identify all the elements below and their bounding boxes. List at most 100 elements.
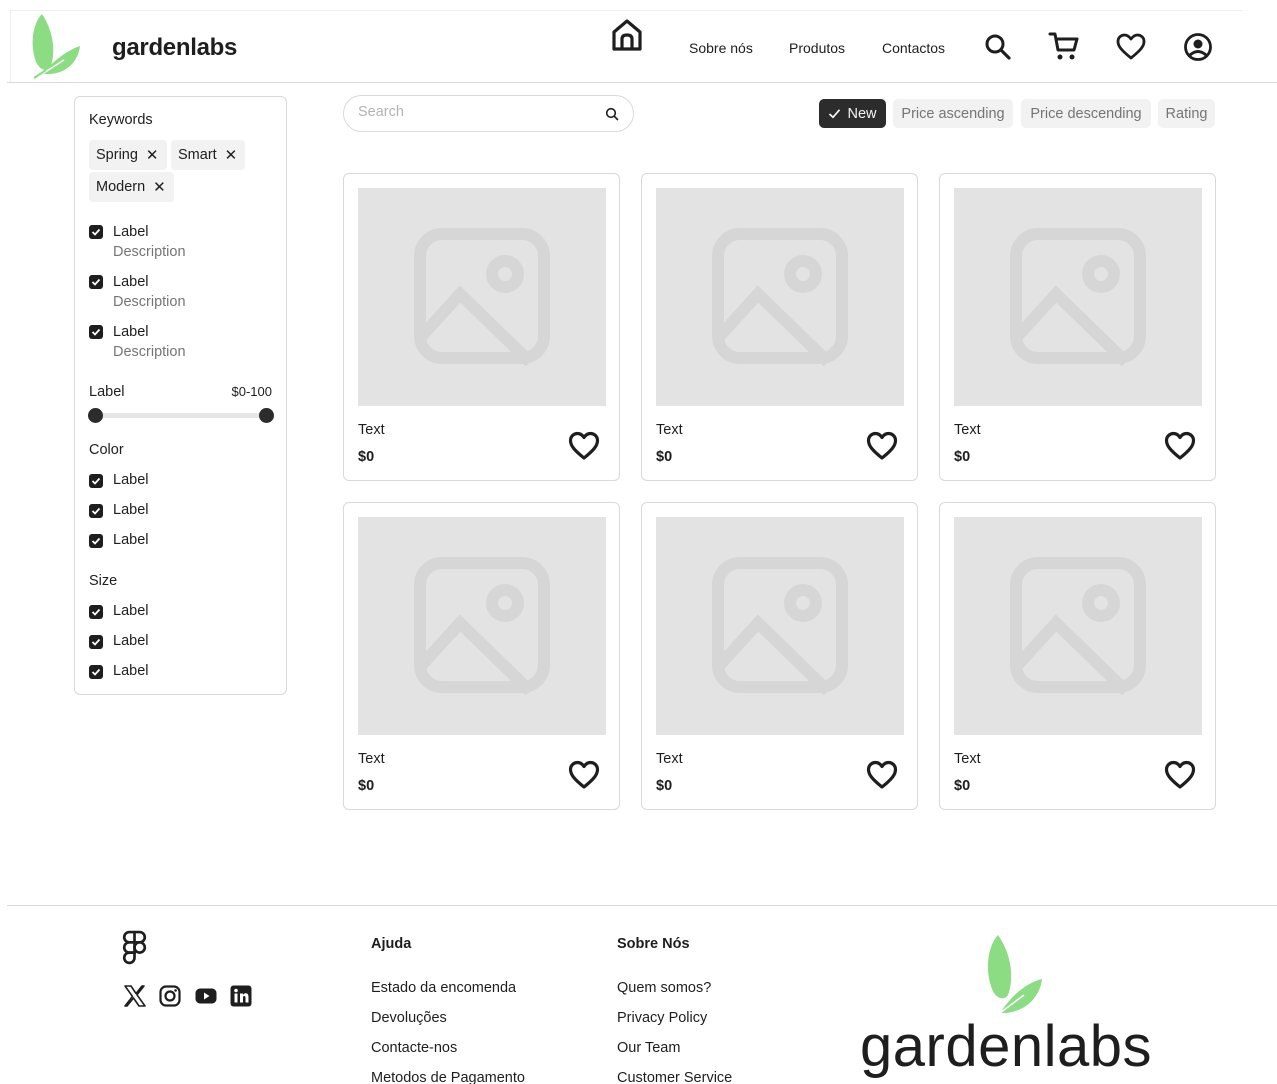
home-icon[interactable] [611, 18, 643, 52]
product-search [343, 95, 634, 132]
check-icon [91, 537, 101, 545]
footer-link-estado[interactable]: Estado da encomenda [371, 980, 516, 996]
product-title: Text [656, 751, 683, 767]
size-label: Label [113, 663, 149, 679]
heart-icon[interactable] [568, 759, 600, 791]
product-price: $0 [954, 449, 971, 465]
search-input[interactable] [358, 104, 598, 120]
color-checkbox-3[interactable] [89, 534, 103, 548]
sort-chip-price-descending[interactable]: Price descending [1021, 99, 1151, 128]
price-range-slider[interactable] [95, 413, 267, 418]
color-label: Label [113, 532, 149, 548]
option-checkbox-3[interactable] [89, 325, 103, 339]
footer-link-service[interactable]: Customer Service [617, 1070, 732, 1084]
product-title: Text [954, 422, 981, 438]
heart-icon[interactable] [568, 430, 600, 462]
product-price: $0 [656, 778, 673, 794]
sort-chip-label: Price descending [1030, 105, 1142, 122]
footer-link-pagamento[interactable]: Metodos de Pagamento [371, 1070, 525, 1084]
close-icon[interactable]: ✕ [146, 148, 159, 163]
instagram-icon[interactable] [158, 984, 182, 1008]
close-icon[interactable]: ✕ [225, 148, 238, 163]
product-price: $0 [358, 449, 375, 465]
footer-link-privacy[interactable]: Privacy Policy [617, 1010, 707, 1026]
linkedin-icon[interactable] [229, 984, 253, 1008]
footer-link-contacte[interactable]: Contacte-nos [371, 1040, 457, 1056]
option-description: Description [113, 294, 186, 310]
image-placeholder-icon [712, 228, 848, 366]
nav-link-sobre-nos[interactable]: Sobre nós [689, 40, 753, 56]
filter-panel: Keywords Spring ✕ Smart ✕ Modern ✕ Label… [74, 96, 287, 695]
product-price: $0 [656, 449, 673, 465]
heart-icon[interactable] [1164, 430, 1196, 462]
size-checkbox-1[interactable] [89, 605, 103, 619]
option-checkbox-1[interactable] [89, 225, 103, 239]
color-label: Label [113, 472, 149, 488]
product-card[interactable]: Text $0 [343, 502, 620, 810]
product-card[interactable]: Text $0 [641, 502, 918, 810]
search-icon[interactable] [982, 31, 1014, 63]
sort-chip-price-ascending[interactable]: Price ascending [893, 99, 1013, 128]
sort-chip-new[interactable]: New [819, 99, 886, 128]
product-card[interactable]: Text $0 [939, 173, 1216, 481]
option-description: Description [113, 244, 186, 260]
sort-chip-rating[interactable]: Rating [1158, 99, 1215, 128]
product-card[interactable]: Text $0 [939, 502, 1216, 810]
heart-icon[interactable] [1164, 759, 1196, 791]
x-icon[interactable] [123, 984, 147, 1008]
footer-link-quem-somos[interactable]: Quem somos? [617, 980, 711, 996]
header-divider [7, 82, 1277, 83]
footer-link-team[interactable]: Our Team [617, 1040, 680, 1056]
option-checkbox-2[interactable] [89, 275, 103, 289]
product-title: Text [358, 751, 385, 767]
image-placeholder-icon [414, 228, 550, 366]
check-icon [91, 278, 101, 286]
tag-label: Modern [96, 179, 146, 195]
wishlist-heart-icon[interactable] [1115, 31, 1147, 63]
option-description: Description [113, 344, 186, 360]
figma-icon[interactable] [122, 930, 147, 967]
color-title: Color [89, 442, 124, 458]
brand-name[interactable]: gardenlabs [112, 34, 237, 62]
product-card[interactable]: Text $0 [641, 173, 918, 481]
product-image[interactable] [358, 517, 606, 735]
search-icon[interactable] [605, 107, 619, 121]
check-icon [829, 109, 841, 119]
sort-chip-label: Price ascending [901, 105, 1005, 122]
product-price: $0 [358, 778, 375, 794]
heart-icon[interactable] [866, 759, 898, 791]
product-card[interactable]: Text $0 [343, 173, 620, 481]
product-image[interactable] [656, 517, 904, 735]
product-image[interactable] [954, 188, 1202, 406]
range-min-handle[interactable] [88, 408, 103, 423]
close-icon[interactable]: ✕ [153, 180, 166, 195]
product-image[interactable] [656, 188, 904, 406]
keyword-tag-modern: Modern ✕ [89, 172, 174, 202]
size-checkbox-2[interactable] [89, 635, 103, 649]
size-label: Label [113, 633, 149, 649]
product-image[interactable] [954, 517, 1202, 735]
size-checkbox-3[interactable] [89, 665, 103, 679]
cart-icon[interactable] [1048, 30, 1080, 62]
tag-label: Smart [178, 147, 217, 163]
user-account-icon[interactable] [1182, 31, 1214, 63]
tag-label: Spring [96, 147, 138, 163]
nav-link-contactos[interactable]: Contactos [882, 40, 945, 56]
color-checkbox-2[interactable] [89, 504, 103, 518]
product-title: Text [358, 422, 385, 438]
color-checkbox-1[interactable] [89, 474, 103, 488]
product-image[interactable] [358, 188, 606, 406]
range-max-handle[interactable] [259, 408, 274, 423]
heart-icon[interactable] [866, 430, 898, 462]
footer-link-devolucoes[interactable]: Devoluções [371, 1010, 447, 1026]
nav-link-produtos[interactable]: Produtos [789, 40, 845, 56]
check-icon [91, 638, 101, 646]
youtube-icon[interactable] [194, 984, 218, 1008]
color-label: Label [113, 502, 149, 518]
keyword-tag-smart: Smart ✕ [171, 140, 246, 170]
image-placeholder-icon [1010, 557, 1146, 695]
gardenlabs-logo-icon[interactable] [28, 10, 88, 80]
footer-help-title: Ajuda [371, 936, 412, 952]
gardenlabs-logo-icon [987, 935, 1042, 1014]
check-icon [91, 477, 101, 485]
